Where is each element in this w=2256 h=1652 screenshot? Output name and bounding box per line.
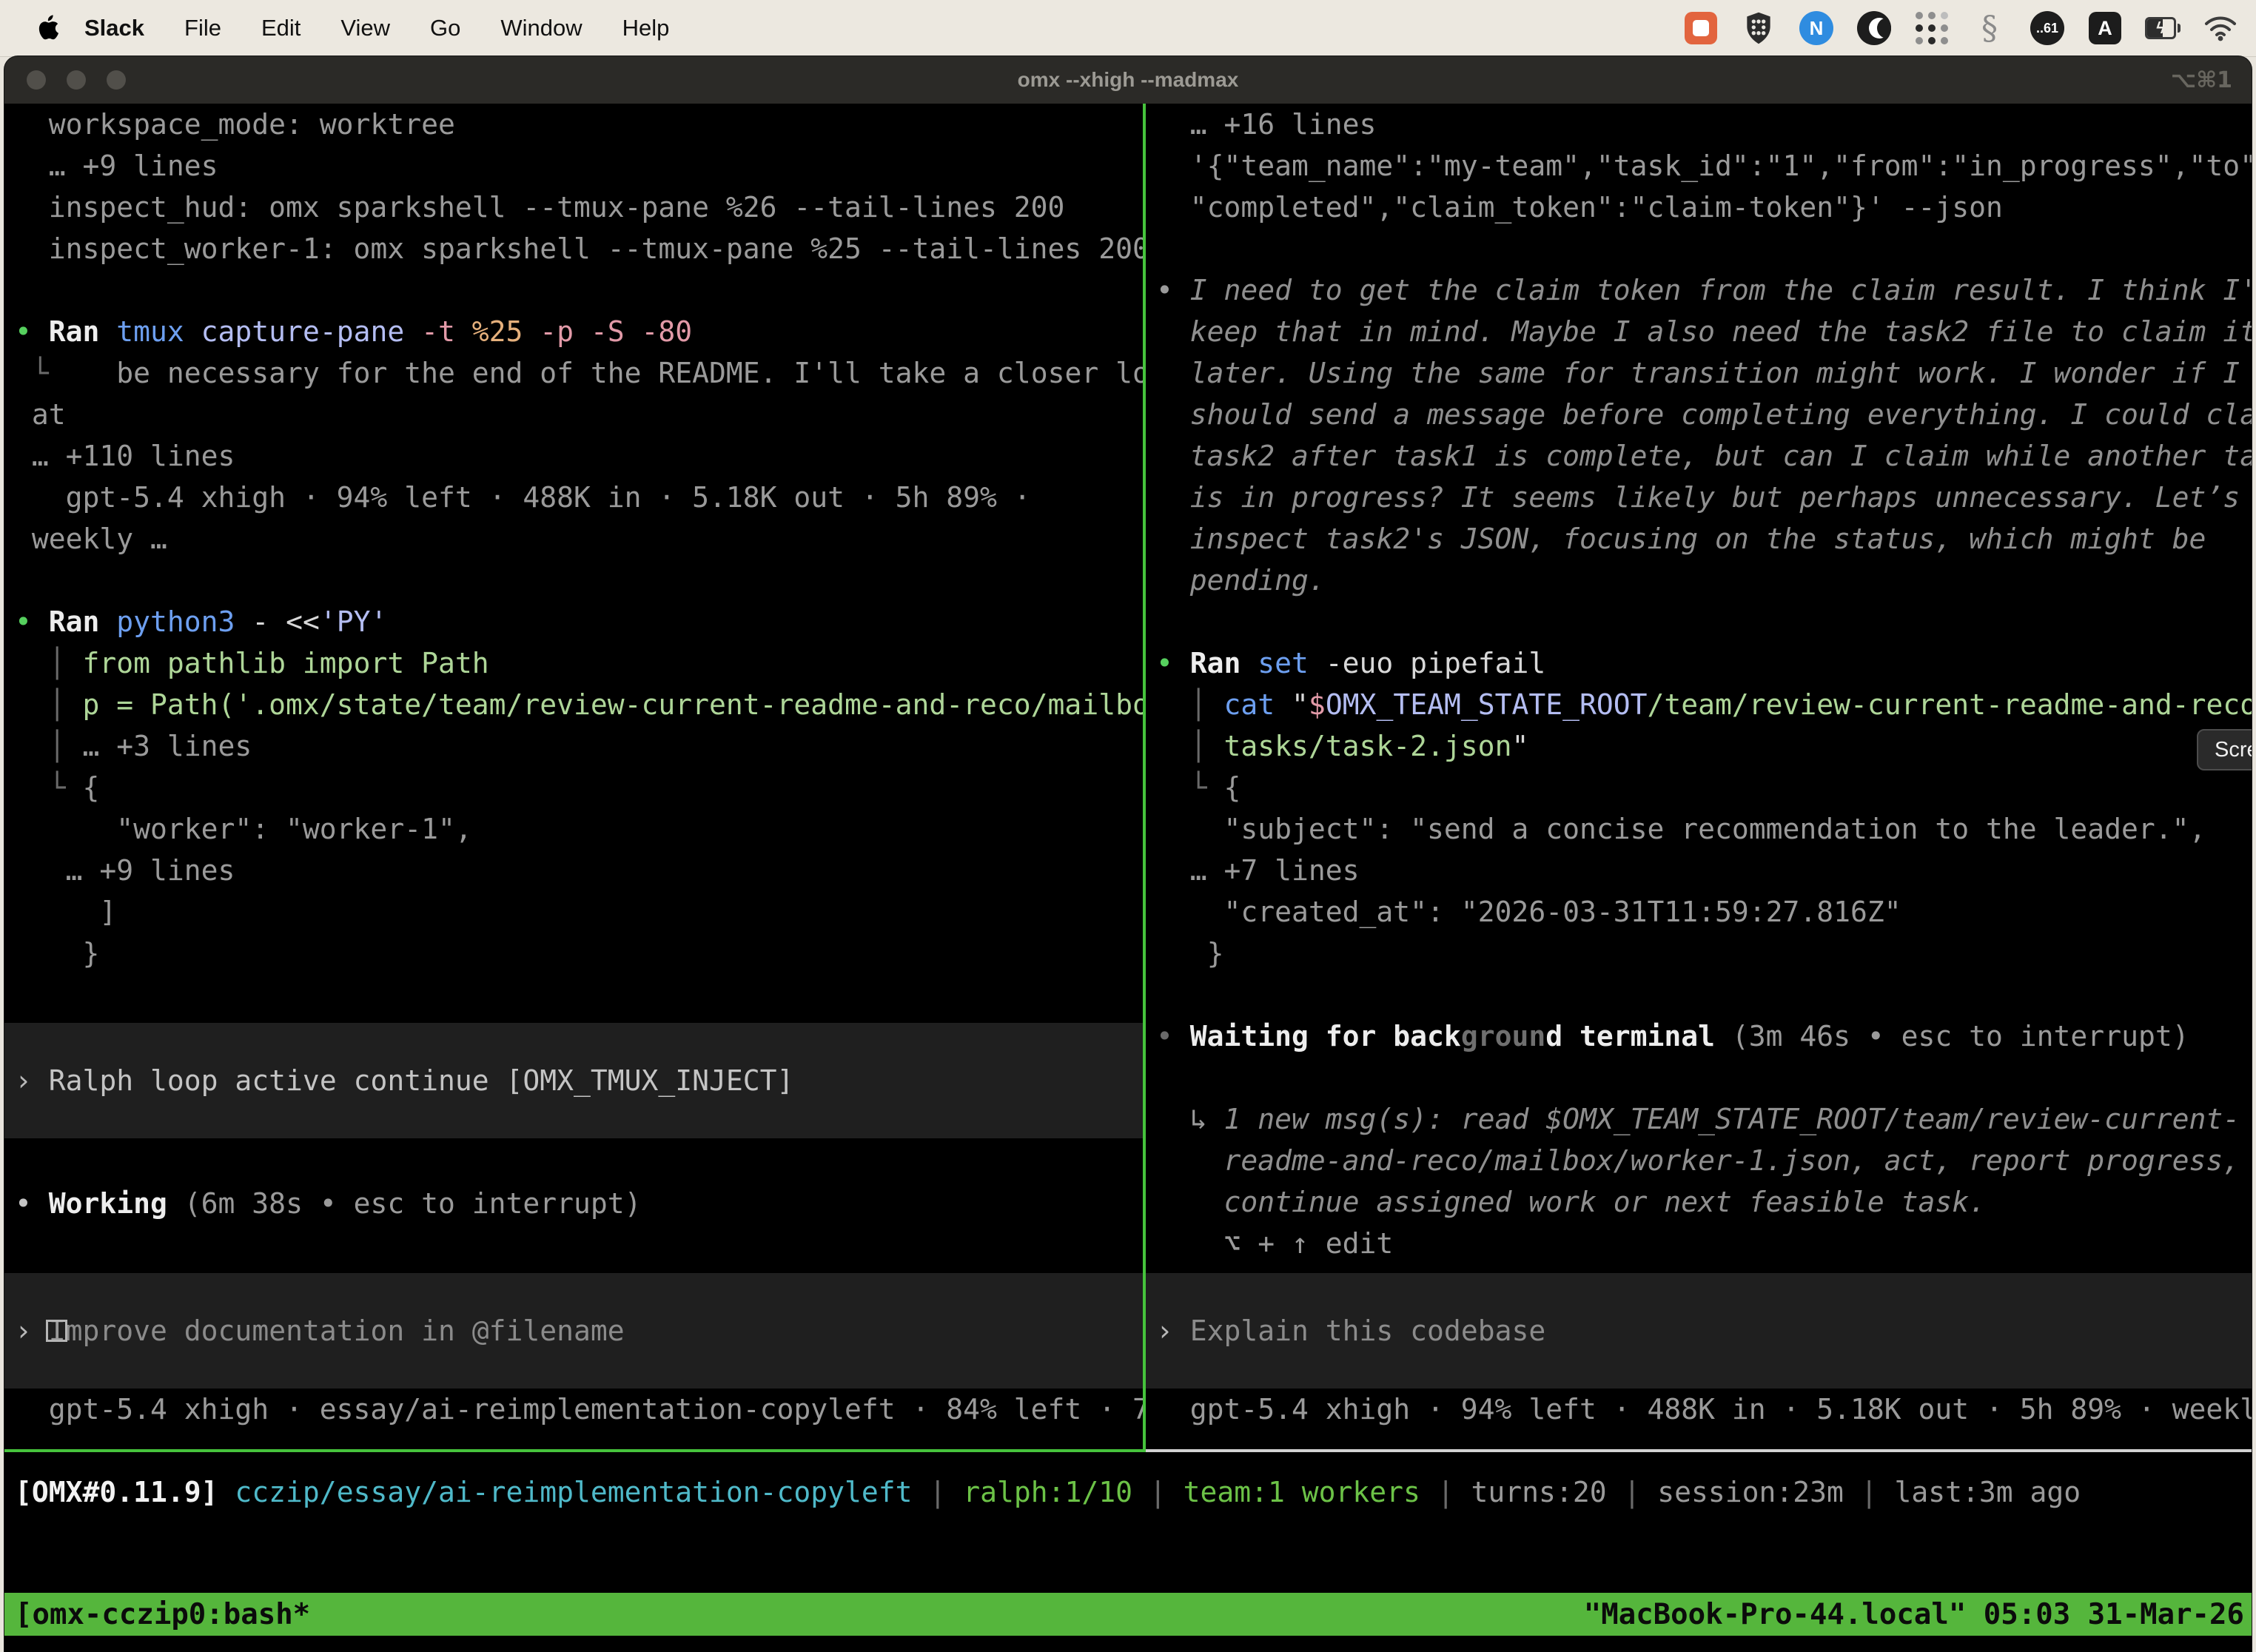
shield-grid-icon[interactable]: [1741, 10, 1776, 46]
terminal-line: • Ran set -euo pipefail: [1146, 642, 2252, 684]
prompt-input-right[interactable]: › Explain this codebase: [1146, 1273, 2252, 1389]
mailbox-message: readme-and-reco/mailbox/worker-1.json, a…: [1146, 1140, 2252, 1181]
thinking-text: pending.: [1146, 560, 2252, 601]
menu-item-go[interactable]: Go: [410, 15, 480, 41]
section-sign-icon[interactable]: §: [1972, 10, 2007, 46]
ralph-status-band[interactable]: › Ralph loop active continue [OMX_TMUX_I…: [4, 1023, 1143, 1138]
blank-line: [1146, 228, 2252, 269]
mailbox-message: ⌥ + ↑ edit: [1146, 1223, 2252, 1264]
thinking-text: is in progress? It seems likely but perh…: [1146, 477, 2252, 518]
blank-line: [4, 269, 1143, 311]
right-terminal-pane[interactable]: … +16 lines '{"team_name":"my-team","tas…: [1146, 104, 2252, 1449]
omx-status-line: [OMX#0.11.9] cczip/essay/ai-reimplementa…: [4, 1471, 2252, 1513]
prompt-input-left[interactable]: › Improve documentation in @filename: [4, 1273, 1143, 1389]
terminal-line: … +110 lines: [4, 435, 1143, 477]
a-key-icon[interactable]: A: [2087, 10, 2123, 46]
terminal-line: │ p = Path('.omx/state/team/review-curre…: [4, 684, 1143, 725]
spacer: [1146, 974, 2252, 1015]
blue-badge-icon[interactable]: N: [1799, 10, 1834, 46]
spacer: [1146, 1264, 2252, 1273]
terminal-line: }: [4, 933, 1143, 974]
terminal-line: … +9 lines: [4, 850, 1143, 891]
menu-item-view[interactable]: View: [320, 15, 410, 41]
spacer: [4, 974, 1143, 1023]
pane-border-bottom-right: [1146, 1449, 2252, 1452]
terminal-line: "subject": "send a concise recommendatio…: [1146, 808, 2252, 850]
terminal-line: │ … +3 lines: [4, 725, 1143, 767]
terminal-line: }: [1146, 933, 2252, 974]
thinking-text: should send a message before completing …: [1146, 394, 2252, 435]
apple-menu-icon[interactable]: [34, 12, 62, 44]
window-shortcut-badge: ⌥⌘1: [2171, 67, 2252, 93]
terminal-line: … +9 lines: [4, 145, 1143, 187]
terminal-line: … +16 lines: [1146, 104, 2252, 145]
mailbox-message: continue assigned work or next feasible …: [1146, 1181, 2252, 1223]
terminal-line: gpt-5.4 xhigh · 94% left · 488K in · 5.1…: [4, 477, 1143, 518]
terminal-line: │ cat "$OMX_TEAM_STATE_ROOT/team/review-…: [1146, 684, 2252, 725]
terminal-window: omx --xhigh --madmax ⌥⌘1 workspace_mode:…: [4, 56, 2252, 1652]
model-status-line: gpt-5.4 xhigh · essay/ai-reimplementatio…: [4, 1389, 1143, 1430]
menu-item-slack[interactable]: Slack: [84, 15, 164, 41]
terminal-line: … +7 lines: [1146, 850, 2252, 891]
terminal-line: "created_at": "2026-03-31T11:59:27.816Z": [1146, 891, 2252, 933]
terminal-line: └ {: [1146, 767, 2252, 808]
terminal-line: inspect_hud: omx sparkshell --tmux-pane …: [4, 187, 1143, 228]
blank-line: [1146, 1057, 2252, 1098]
tmux-session-label: [omx-cczip0:bash*: [15, 1598, 310, 1631]
dots-grid-icon[interactable]: [1914, 10, 1950, 46]
status-icons: N § ..61 A ϟ: [1683, 10, 2256, 46]
terminal-line: └ be necessary for the end of the README…: [4, 352, 1143, 394]
left-terminal-pane[interactable]: workspace_mode: worktree … +9 lines insp…: [4, 104, 1143, 1449]
terminal-line: at: [4, 394, 1143, 435]
menu-item-help[interactable]: Help: [602, 15, 690, 41]
terminal-line: • Ran tmux capture-pane -t %25 -p -S -80: [4, 311, 1143, 352]
thinking-text: inspect task2's JSON, focusing on the st…: [1146, 518, 2252, 560]
terminal-line: workspace_mode: worktree: [4, 104, 1143, 145]
screen-tooltip-label: Scre: [2215, 738, 2252, 762]
tmux-host-clock-label: "MacBook-Pro-44.local" 05:03 31-Mar-26: [1584, 1598, 2244, 1631]
spacer: [4, 1138, 1143, 1183]
blank-line: [1146, 601, 2252, 642]
working-status-line: • Working (6m 38s • esc to interrupt): [4, 1183, 1143, 1224]
terminal-line: inspect_worker-1: omx sparkshell --tmux-…: [4, 228, 1143, 269]
battery-charging-icon[interactable]: ϟ: [2145, 10, 2181, 46]
terminal-line: ]: [4, 891, 1143, 933]
terminal-line: weekly …: [4, 518, 1143, 560]
terminal-content: workspace_mode: worktree … +9 lines insp…: [4, 104, 2252, 1652]
terminal-line: "worker": "worker-1",: [4, 808, 1143, 850]
terminal-line: └ {: [4, 767, 1143, 808]
terminal-line: "completed","claim_token":"claim-token"}…: [1146, 187, 2252, 228]
apple-logo: [36, 13, 61, 43]
menu-item-edit[interactable]: Edit: [241, 15, 320, 41]
terminal-line: │ from pathlib import Path: [4, 642, 1143, 684]
thinking-text: keep that in mind. Maybe I also need the…: [1146, 311, 2252, 352]
terminal-line: • Ran python3 - <<'PY': [4, 601, 1143, 642]
wifi-icon[interactable]: [2203, 10, 2238, 46]
waiting-status-line: • Waiting for background terminal (3m 46…: [1146, 1015, 2252, 1057]
crescent-app-icon[interactable]: [1856, 10, 1892, 46]
thinking-text: • I need to get the claim token from the…: [1146, 269, 2252, 311]
badge-61-icon[interactable]: ..61: [2030, 10, 2065, 46]
thinking-text: task2 after task1 is complete, but can I…: [1146, 435, 2252, 477]
thinking-text: later. Using the same for transition mig…: [1146, 352, 2252, 394]
terminal-line: │ tasks/task-2.json": [1146, 725, 2252, 767]
chat-app-icon[interactable]: [1683, 10, 1719, 46]
pane-border-bottom-left: [4, 1449, 1146, 1452]
tmux-status-bar: [omx-cczip0:bash* "MacBook-Pro-44.local"…: [4, 1593, 2252, 1636]
blank-line: [4, 560, 1143, 601]
menu-bar: Slack File Edit View Go Window Help N: [0, 0, 2256, 57]
spacer: [4, 1224, 1143, 1273]
terminal-line: '{"team_name":"my-team","task_id":"1","f…: [1146, 145, 2252, 187]
window-titlebar[interactable]: omx --xhigh --madmax ⌥⌘1: [4, 56, 2252, 104]
mailbox-message: ↳ 1 new msg(s): read $OMX_TEAM_STATE_ROO…: [1146, 1098, 2252, 1140]
model-status-line: gpt-5.4 xhigh · 94% left · 488K in · 5.1…: [1146, 1389, 2252, 1430]
window-title: omx --xhigh --madmax: [4, 68, 2252, 92]
menu-item-window[interactable]: Window: [480, 15, 602, 41]
menu-item-file[interactable]: File: [164, 15, 241, 41]
screen-tooltip: Scre: [2197, 729, 2252, 770]
